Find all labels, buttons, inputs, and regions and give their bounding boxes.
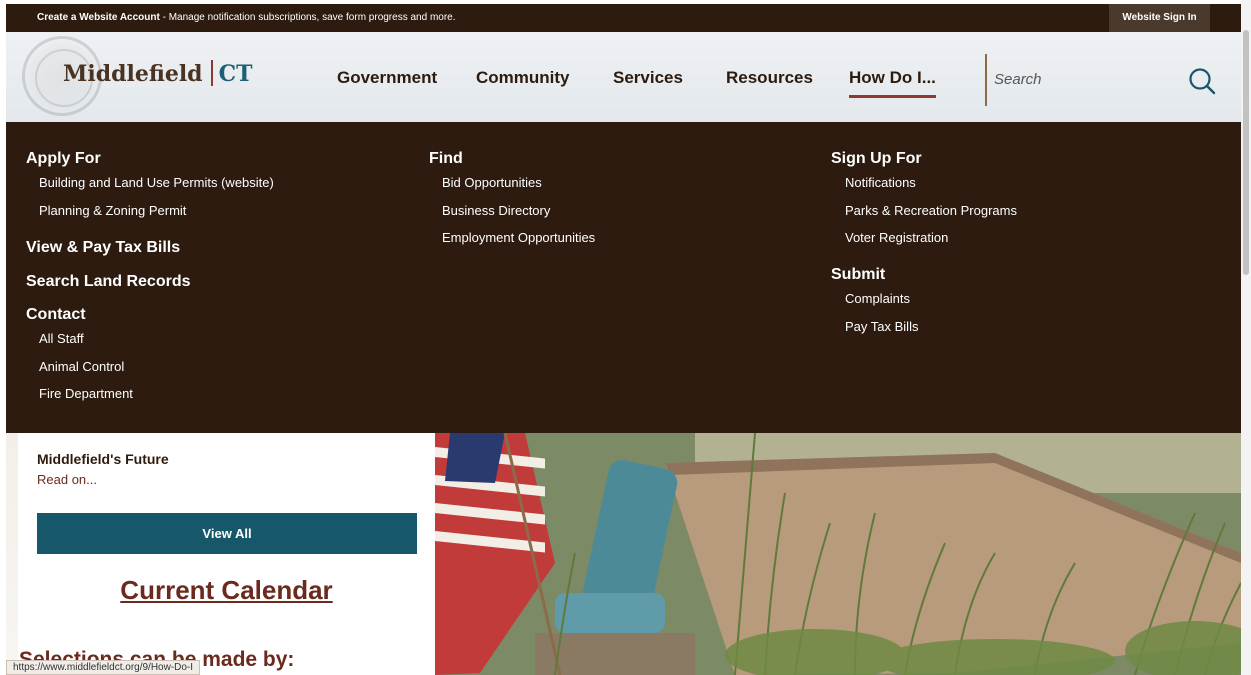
nav-how-do-i[interactable]: How Do I...	[849, 68, 936, 98]
menu-link-bid-opportunities[interactable]: Bid Opportunities	[442, 175, 542, 190]
nav-services[interactable]: Services	[613, 68, 683, 88]
utility-bar: Create a Website Account - Manage notifi…	[6, 4, 1241, 32]
page: Create a Website Account - Manage notifi…	[0, 0, 1251, 675]
menu-link-planning-zoning[interactable]: Planning & Zoning Permit	[39, 203, 186, 218]
menu-link-business-directory[interactable]: Business Directory	[442, 203, 550, 218]
scrollbar-thumb[interactable]	[1243, 30, 1249, 275]
menu-link-complaints[interactable]: Complaints	[845, 291, 910, 306]
status-bar-url: https://www.middlefieldct.org/9/How-Do-I	[6, 660, 201, 675]
menu-heading-search-land-records[interactable]: Search Land Records	[26, 273, 191, 291]
create-account-link[interactable]: Create a Website Account	[37, 12, 160, 23]
account-promo[interactable]: Create a Website Account - Manage notifi…	[37, 12, 456, 23]
read-on-link[interactable]: Read on...	[37, 472, 97, 487]
menu-link-notifications[interactable]: Notifications	[845, 175, 916, 190]
nav-resources[interactable]: Resources	[726, 68, 813, 88]
menu-heading-submit[interactable]: Submit	[831, 266, 885, 284]
logo-state: CT	[218, 61, 253, 87]
menu-link-building-permits[interactable]: Building and Land Use Permits (website)	[39, 175, 274, 190]
website-sign-in-button[interactable]: Website Sign In	[1109, 4, 1210, 32]
menu-link-animal-control[interactable]: Animal Control	[39, 359, 124, 374]
hero-image	[435, 433, 1241, 675]
menu-link-voter-registration[interactable]: Voter Registration	[845, 230, 948, 245]
menu-heading-contact[interactable]: Contact	[26, 306, 86, 324]
site-logo[interactable]: Middlefield CT	[63, 60, 252, 87]
page-scrollbar[interactable]	[1241, 0, 1251, 675]
menu-link-employment-opportunities[interactable]: Employment Opportunities	[442, 230, 595, 245]
logo-town-name: Middlefield	[63, 61, 203, 87]
view-all-button[interactable]: View All	[37, 513, 417, 554]
current-calendar-link[interactable]: Current Calendar	[0, 575, 453, 606]
menu-link-pay-tax-bills[interactable]: Pay Tax Bills	[845, 319, 918, 334]
nav-government[interactable]: Government	[337, 68, 437, 88]
how-do-i-mega-menu: Apply For Building and Land Use Permits …	[6, 122, 1241, 433]
menu-heading-find[interactable]: Find	[429, 150, 463, 168]
hero-scene-illustration	[435, 433, 1241, 675]
menu-heading-sign-up-for[interactable]: Sign Up For	[831, 150, 922, 168]
menu-heading-apply-for[interactable]: Apply For	[26, 150, 101, 168]
menu-link-all-staff[interactable]: All Staff	[39, 331, 84, 346]
search-icon[interactable]	[1187, 66, 1217, 96]
search-divider	[985, 54, 987, 106]
news-panel	[18, 433, 435, 675]
menu-heading-view-pay-tax[interactable]: View & Pay Tax Bills	[26, 239, 180, 257]
site-header: Middlefield CT Government Community Servi…	[6, 32, 1241, 122]
account-promo-text: - Manage notification subscriptions, sav…	[159, 12, 456, 23]
nav-community[interactable]: Community	[476, 68, 570, 88]
search-input[interactable]	[994, 66, 1164, 92]
logo-divider	[210, 60, 213, 86]
menu-link-fire-department[interactable]: Fire Department	[39, 386, 133, 401]
menu-link-parks-recreation[interactable]: Parks & Recreation Programs	[845, 203, 1017, 218]
news-item-title: Middlefield's Future	[37, 451, 169, 467]
